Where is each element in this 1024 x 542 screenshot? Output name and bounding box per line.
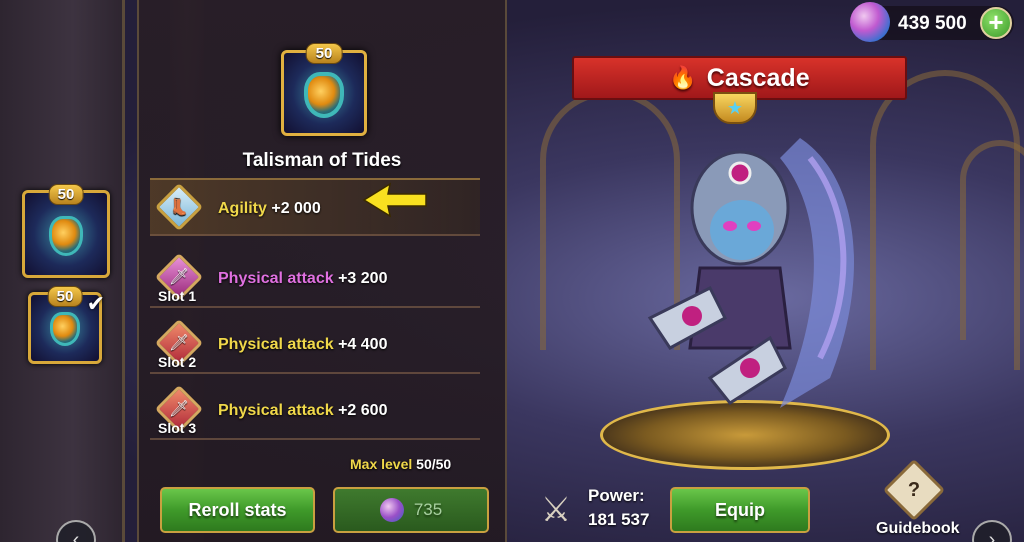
item-thumbnail[interactable]: 50 — [22, 184, 110, 278]
slot-2-stat-row: 🗡 Slot 2 Physical attack +4 400 — [150, 316, 480, 374]
slot-label: Slot 2 — [158, 354, 197, 370]
stat-value: +2 600 — [338, 402, 388, 419]
max-level-text: Max level 50/50 — [350, 456, 451, 472]
gem-currency-display: 439 500 + — [850, 2, 1014, 42]
reroll-cost-value: 735 — [413, 500, 443, 519]
slot-stat-text: Physical attack +4 400 — [218, 336, 387, 354]
level-badge: 50 — [48, 184, 84, 205]
equip-button[interactable]: Equip — [670, 487, 810, 533]
reroll-stats-button[interactable]: Reroll stats — [160, 487, 315, 533]
faction-flame-icon: 🔥 — [669, 65, 697, 90]
gem-icon — [379, 498, 404, 522]
main-stat-text: Agility +2 000 — [218, 200, 321, 218]
guidebook-label[interactable]: Guidebook — [876, 520, 960, 538]
slot-3-stat-row: 🗡 Slot 3 Physical attack +2 600 — [150, 382, 480, 440]
level-badge: 50 — [47, 286, 83, 307]
crossed-swords-icon: ⚔ — [540, 491, 572, 529]
item-title: Talisman of Tides — [242, 150, 402, 171]
checkmark-icon: ✔ — [86, 291, 105, 316]
reroll-cost-button[interactable]: 735 — [333, 487, 489, 533]
hero-portrait — [647, 138, 854, 408]
stat-value: +3 200 — [338, 270, 388, 287]
slot-label: Slot 1 — [158, 288, 197, 304]
yellow-arrow-icon — [362, 182, 427, 218]
stat-name: Physical attack — [218, 270, 334, 287]
stat-name: Physical attack — [218, 336, 334, 353]
stat-name: Physical attack — [218, 402, 334, 419]
item-list-strip: 50 50 ✔ — [0, 0, 125, 542]
power-label: Power: — [588, 486, 645, 505]
main-stat-row: 👢 Agility +2 000 — [150, 178, 480, 236]
item-thumbnail-selected[interactable]: 50 ✔ — [28, 286, 105, 364]
slot-stat-text: Physical attack +2 600 — [218, 402, 387, 420]
arch — [960, 140, 1024, 340]
stat-value: +2 000 — [271, 200, 321, 217]
hero-name: Cascade — [706, 63, 810, 92]
stat-name: Agility — [218, 200, 267, 217]
slot-stat-text: Physical attack +3 200 — [218, 270, 387, 288]
power-value: 181 537 — [588, 510, 650, 529]
plus-icon[interactable]: + — [980, 7, 1012, 39]
talisman-icon — [304, 71, 344, 118]
item-level-badge: 50 — [305, 43, 343, 64]
max-level-label: Max level — [350, 456, 413, 472]
slot-1-stat-row: 🗡 Slot 1 Physical attack +3 200 — [150, 250, 480, 308]
slot-label: Slot 3 — [158, 420, 197, 436]
talisman-icon — [49, 215, 83, 256]
gem-icon — [850, 2, 890, 42]
stat-value: +4 400 — [338, 336, 388, 353]
agility-icon: 👢 — [154, 182, 204, 232]
gem-amount: 439 500 — [898, 13, 967, 34]
max-level-value: 50/50 — [416, 456, 452, 472]
item-icon: 50 — [281, 43, 367, 136]
talisman-icon — [50, 312, 80, 347]
